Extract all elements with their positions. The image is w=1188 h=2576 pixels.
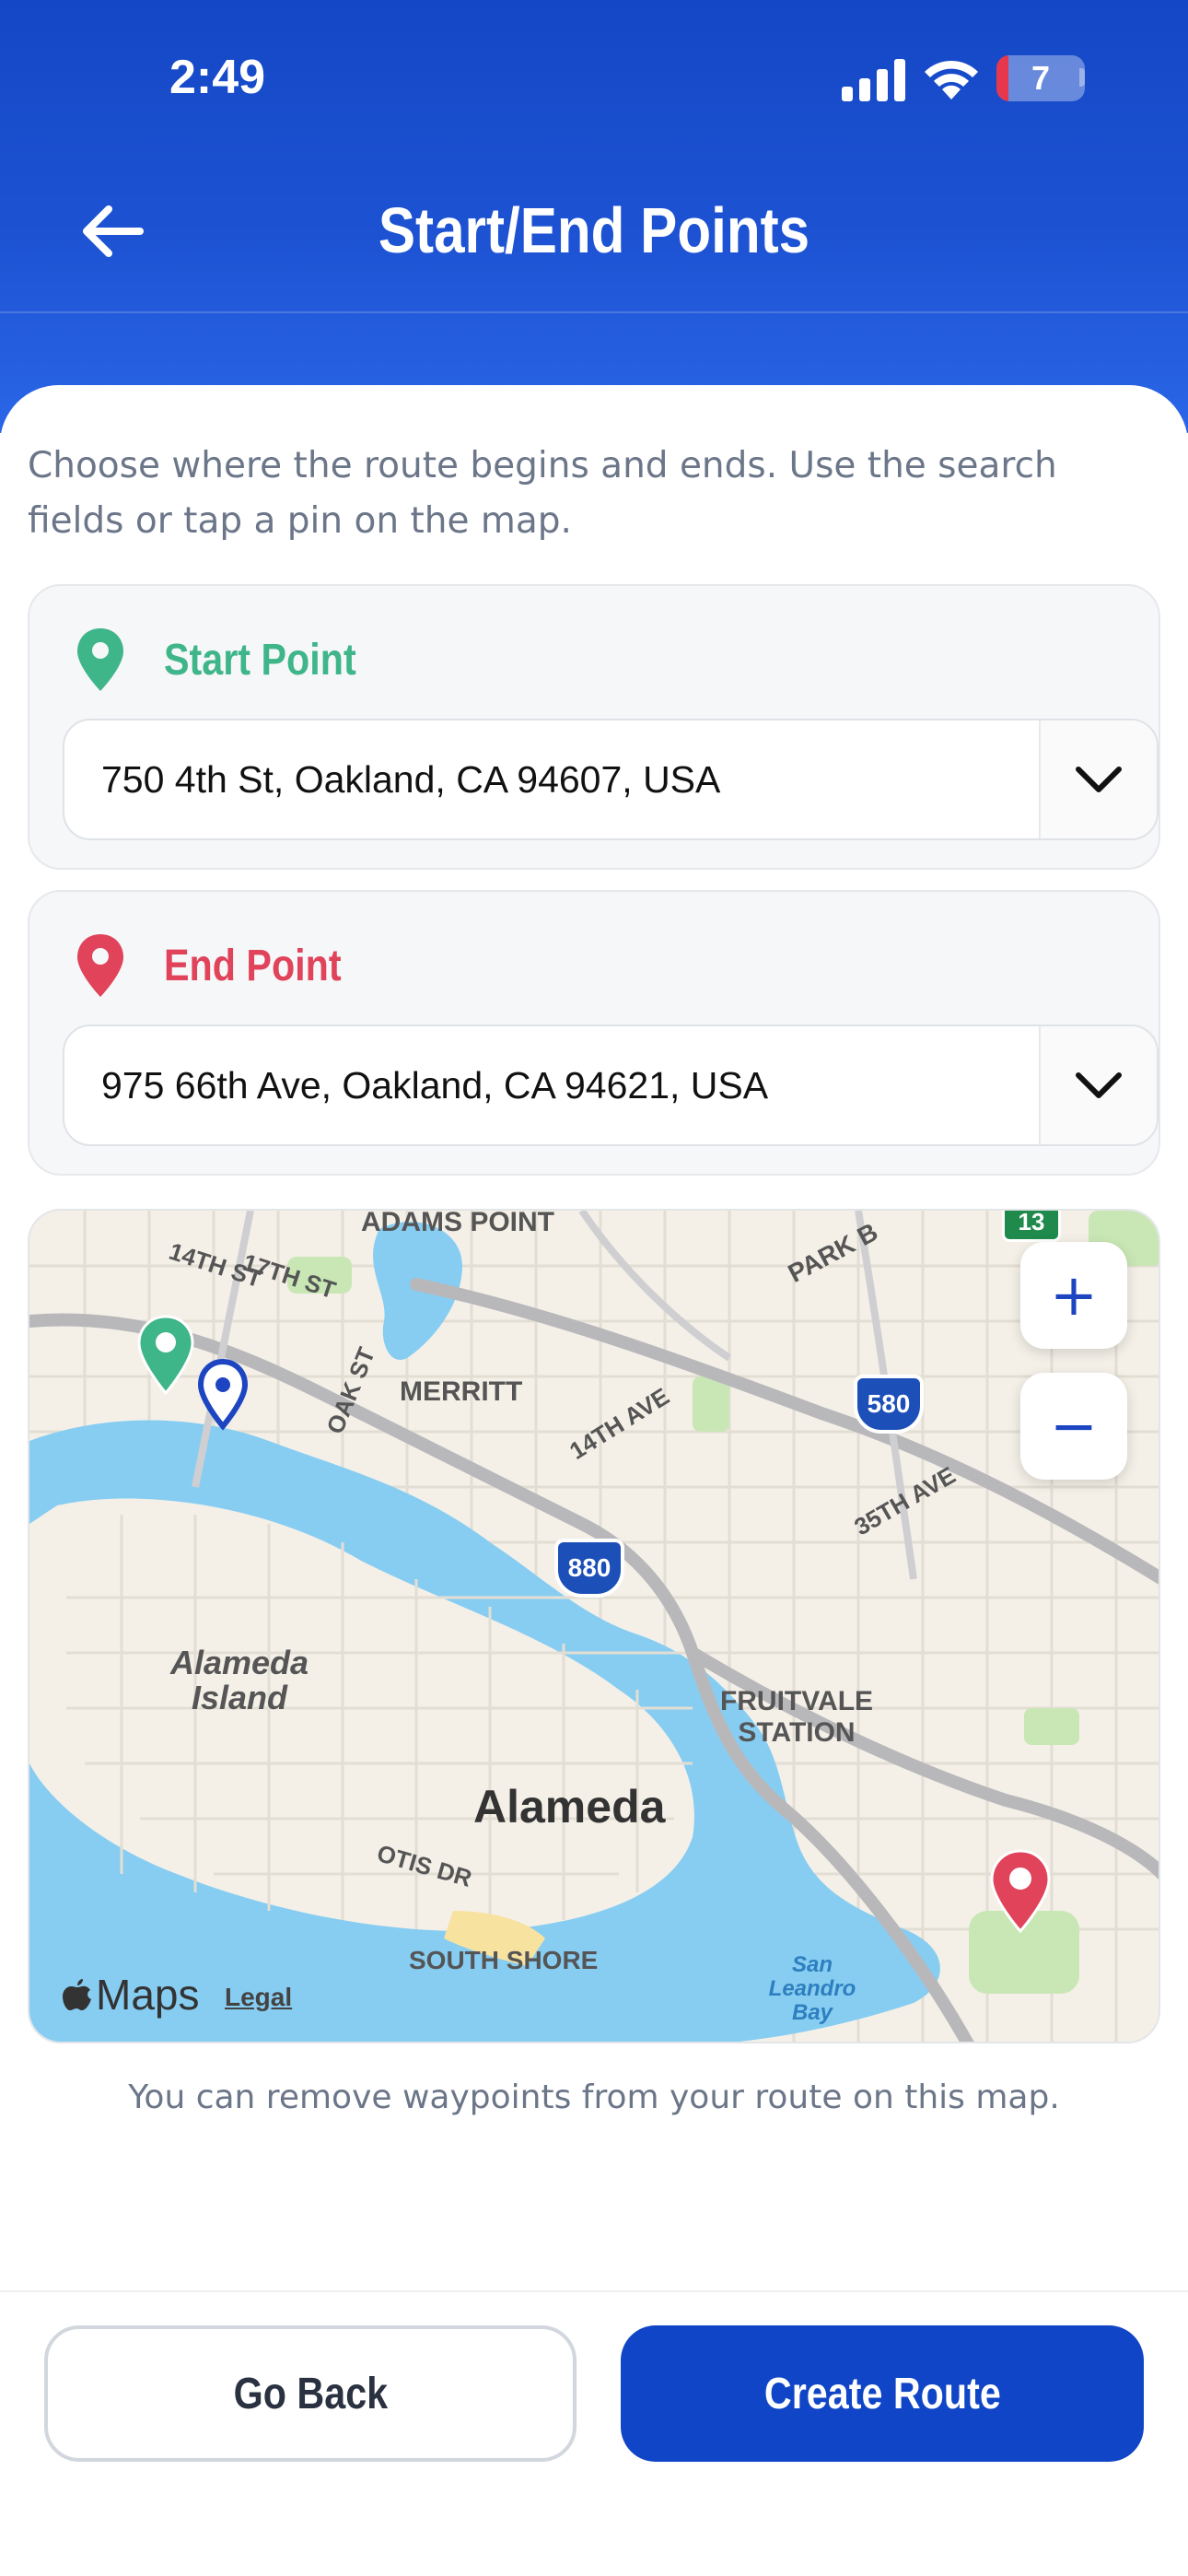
wifi-icon xyxy=(925,60,978,100)
footer-actions: Go Back Create Route xyxy=(0,2290,1188,2576)
start-pin-icon[interactable] xyxy=(136,1314,195,1397)
start-point-header: Start Point xyxy=(76,623,388,697)
map-label-south-shore: SOUTH SHORE xyxy=(409,1946,599,1974)
battery-level: 7 xyxy=(1031,59,1051,97)
waypoint-pin-icon[interactable] xyxy=(195,1358,250,1432)
shield-13-label: 13 xyxy=(1018,1209,1045,1235)
shield-880-label: 880 xyxy=(567,1553,611,1582)
map-label-alameda: Alameda xyxy=(473,1781,666,1832)
plus-icon: + xyxy=(1050,1261,1098,1329)
end-point-label: End Point xyxy=(164,941,342,990)
page-title: Start/End Points xyxy=(378,194,810,266)
map-label-fruitvale: FRUITVALE STATION xyxy=(719,1686,874,1748)
apple-logo-icon xyxy=(63,1979,91,2010)
chevron-down-icon xyxy=(1076,1072,1122,1098)
shield-580-icon: 580 xyxy=(854,1375,924,1434)
header: 2:49 7 Start/End Points xyxy=(0,0,1188,433)
go-back-label: Go Back xyxy=(233,2369,388,2418)
shield-580-label: 580 xyxy=(867,1389,911,1418)
end-point-input[interactable] xyxy=(64,1026,985,1144)
start-point-label: Start Point xyxy=(164,635,356,685)
end-point-field xyxy=(63,1025,1159,1146)
end-point-dropdown-button[interactable] xyxy=(1039,1026,1157,1144)
create-route-label: Create Route xyxy=(763,2369,1001,2418)
end-pin-icon[interactable] xyxy=(989,1848,1052,1935)
chevron-down-icon xyxy=(1076,767,1122,792)
legal-link[interactable]: Legal xyxy=(225,1983,292,2012)
intro-text: Choose where the route begins and ends. … xyxy=(28,445,1057,542)
battery-icon: 7 xyxy=(996,55,1085,101)
map-label-san-leandro-bay: San Leandro Bay xyxy=(768,1952,856,2025)
battery-nub xyxy=(1079,68,1085,87)
start-point-field xyxy=(63,719,1159,840)
green-pin-icon xyxy=(77,628,123,691)
create-route-button[interactable]: Create Route xyxy=(621,2325,1144,2462)
start-point-card: Start Point xyxy=(28,584,1160,870)
minus-icon: − xyxy=(1050,1392,1098,1459)
end-point-card: End Point xyxy=(28,890,1160,1176)
start-point-input[interactable] xyxy=(64,720,985,838)
map-note: You can remove waypoints from your route… xyxy=(128,2078,1060,2116)
shield-13-icon: 13 xyxy=(1002,1209,1061,1242)
map-label-adams-point: ADAMS POINT xyxy=(361,1209,554,1237)
red-pin-icon xyxy=(77,934,123,997)
status-bar: 2:49 7 xyxy=(0,0,1188,157)
maps-brand-label: Maps xyxy=(96,1971,200,2019)
nav-bar: Start/End Points xyxy=(0,157,1188,313)
content-sheet: Choose where the route begins and ends. … xyxy=(0,385,1188,2576)
route-map[interactable]: ADAMS POINT PARK B 14TH ST 17TH ST OAK S… xyxy=(28,1209,1160,2043)
maps-attribution: Maps xyxy=(63,1970,199,2020)
end-point-header: End Point xyxy=(76,929,370,1002)
map-label-merritt: MERRITT xyxy=(400,1376,523,1407)
go-back-button[interactable]: Go Back xyxy=(44,2325,577,2462)
shield-880-icon: 880 xyxy=(554,1539,624,1598)
status-time: 2:49 xyxy=(169,51,266,104)
zoom-out-button[interactable]: − xyxy=(1020,1373,1127,1480)
zoom-in-button[interactable]: + xyxy=(1020,1242,1127,1349)
map-label-alameda-island: Alameda Island xyxy=(169,1644,309,1716)
cellular-signal-icon xyxy=(842,59,905,101)
start-point-dropdown-button[interactable] xyxy=(1039,720,1157,838)
